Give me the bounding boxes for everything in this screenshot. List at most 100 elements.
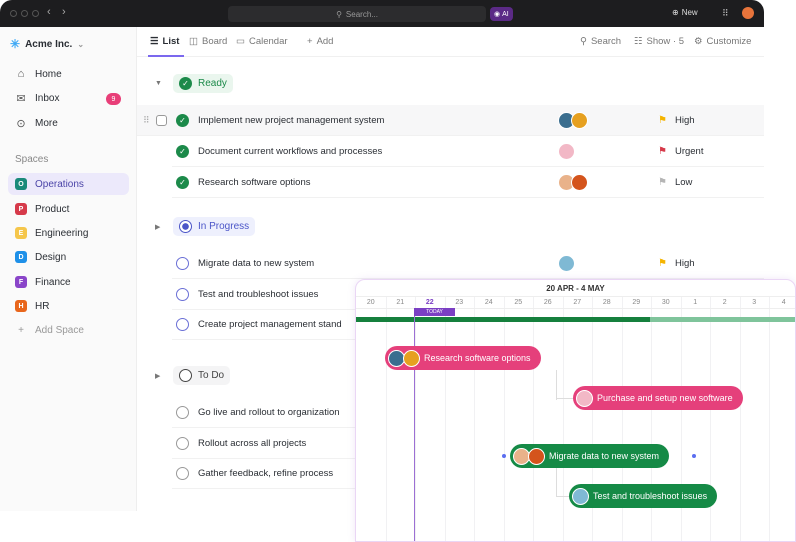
assignees[interactable] (558, 254, 575, 272)
gantt-date-range: 20 APR - 4 MAY (546, 284, 605, 293)
expand-caret-icon[interactable]: ▶ (155, 223, 160, 231)
assignees[interactable] (558, 173, 588, 191)
ai-button[interactable]: ◉ AI (490, 7, 513, 21)
apps-grid-icon[interactable]: ⠿ (722, 8, 729, 19)
gantt-day-label: 24 (484, 299, 493, 306)
gantt-bar[interactable]: Test and troubleshoot issues (569, 484, 718, 508)
gantt-day-label: 4 (781, 299, 786, 306)
avatar (576, 389, 593, 407)
gantt-bar[interactable]: Purchase and setup new software (573, 386, 743, 410)
gantt-day-label: 29 (632, 299, 641, 306)
maximize-window-button[interactable] (32, 10, 39, 17)
task-row[interactable]: Migrate data to new system ⚑ High (172, 248, 764, 279)
task-name[interactable]: Document current workflows and processes (198, 146, 382, 157)
gantt-grid-column (533, 296, 534, 541)
priority-cell[interactable]: ⚑ High (658, 258, 695, 269)
drag-handle-icon[interactable]: ⠿ (143, 115, 150, 126)
tab-list[interactable]: ☰ List (150, 36, 179, 47)
plus-icon: + (18, 324, 24, 336)
search-icon: ⚲ (580, 36, 587, 47)
global-search-input[interactable]: ⚲ Search... (228, 6, 486, 22)
space-engineering[interactable]: E Engineering (8, 222, 129, 244)
board-icon: ◫ (189, 36, 198, 47)
status-complete-icon[interactable]: ✓ (176, 175, 189, 189)
user-avatar[interactable] (742, 7, 754, 19)
expand-caret-icon[interactable]: ▶ (155, 372, 160, 380)
status-complete-icon[interactable]: ✓ (176, 144, 189, 158)
group-ready-header[interactable]: ✓ Ready (173, 74, 233, 93)
nav-home[interactable]: ⌂ Home (15, 68, 62, 80)
status-todo-icon[interactable] (176, 405, 189, 419)
gear-icon: ⚙ (694, 36, 703, 47)
status-open-icon[interactable] (176, 287, 189, 301)
nav-more[interactable]: ⊙ More (15, 117, 57, 130)
gantt-panel: 20 APR - 4 MAY 20 21 22 23 24 25 26 27 28 29 30 1 2 3… (355, 279, 796, 542)
new-button[interactable]: ⊕ New (672, 8, 698, 17)
flag-icon: ⚑ (658, 114, 667, 126)
gantt-bar[interactable]: Research software options (385, 346, 541, 370)
assignees[interactable] (558, 111, 588, 129)
dependency-line (556, 496, 570, 497)
forward-arrow-icon[interactable]: › (62, 6, 66, 18)
back-arrow-icon[interactable]: ‹ (47, 6, 51, 18)
priority-cell[interactable]: ⚑ Low (658, 177, 692, 188)
gantt-day-label: 1 (693, 299, 698, 306)
gantt-day-label: 3 (752, 299, 757, 306)
tab-board[interactable]: ◫ Board (189, 36, 227, 47)
close-window-button[interactable] (10, 10, 17, 17)
add-view-button[interactable]: + Add (307, 36, 333, 47)
task-name[interactable]: Research software options (198, 177, 310, 188)
drag-handle-right[interactable] (692, 454, 696, 458)
avatar (558, 142, 575, 160)
tab-calendar[interactable]: ▭ Calendar (236, 36, 288, 47)
status-todo-icon[interactable] (176, 466, 189, 480)
group-in-progress-header[interactable]: In Progress (173, 217, 256, 236)
window-titlebar: ‹ › ⚲ Search... ◉ AI ⊕ New ⠿ (0, 0, 764, 27)
space-design[interactable]: D Design (8, 246, 129, 268)
row-checkbox[interactable] (156, 114, 167, 126)
task-name[interactable]: Gather feedback, refine process (198, 468, 333, 479)
task-row[interactable]: ✓ Research software options ⚑ Low (172, 167, 764, 198)
space-product[interactable]: P Product (8, 198, 129, 220)
customize-button[interactable]: ⚙ Customize (694, 36, 751, 47)
gantt-grid-column (415, 296, 416, 541)
priority-cell[interactable]: ⚑ Urgent (658, 146, 703, 157)
task-name[interactable]: Rollout across all projects (198, 438, 306, 449)
collapse-caret-icon[interactable]: ▼ (155, 80, 162, 87)
group-todo-header[interactable]: To Do (173, 366, 231, 385)
space-operations[interactable]: O Operations (8, 173, 129, 195)
gantt-bar[interactable]: Migrate data to new system (510, 444, 670, 468)
task-row[interactable]: ✓ Document current workflows and process… (172, 136, 764, 167)
search-button[interactable]: ⚲ Search (580, 36, 621, 47)
space-finance[interactable]: F Finance (8, 271, 129, 293)
status-todo-icon[interactable] (176, 436, 189, 450)
task-name[interactable]: Migrate data to new system (198, 258, 314, 269)
priority-cell[interactable]: ⚑ High (658, 115, 695, 126)
task-name[interactable]: Implement new project management system (198, 115, 384, 126)
minimize-window-button[interactable] (21, 10, 28, 17)
add-space-button[interactable]: + Add Space (8, 319, 129, 341)
nav-inbox[interactable]: ✉ Inbox (15, 92, 59, 105)
space-hr[interactable]: H HR (8, 295, 129, 317)
dependency-line (556, 370, 557, 400)
home-icon: ⌂ (17, 68, 25, 80)
status-open-icon[interactable] (176, 317, 189, 331)
plus-circle-icon: ⊕ (672, 8, 679, 17)
task-name[interactable]: Test and troubleshoot issues (198, 289, 318, 300)
gantt-day-label: 25 (514, 299, 523, 306)
more-icon: ⊙ (16, 118, 26, 130)
ai-icon: ◉ (494, 11, 501, 18)
task-name[interactable]: Go live and rollout to organization (198, 407, 340, 418)
task-row[interactable]: ⠿ ✓ Implement new project management sys… (137, 105, 764, 136)
task-name[interactable]: Create project management stand (198, 319, 342, 330)
assignees[interactable] (558, 142, 575, 160)
status-open-icon[interactable] (176, 256, 189, 270)
dependency-line (556, 468, 557, 496)
show-button[interactable]: ☷ Show · 5 (634, 36, 684, 47)
drag-handle-left[interactable] (502, 454, 506, 458)
gantt-day-label: 2 (722, 299, 727, 306)
avatar (403, 349, 420, 367)
workspace-switcher[interactable]: ✳ Acme Inc. ⌄ (10, 37, 84, 51)
search-icon: ⚲ (336, 9, 342, 19)
status-complete-icon[interactable]: ✓ (176, 113, 189, 127)
